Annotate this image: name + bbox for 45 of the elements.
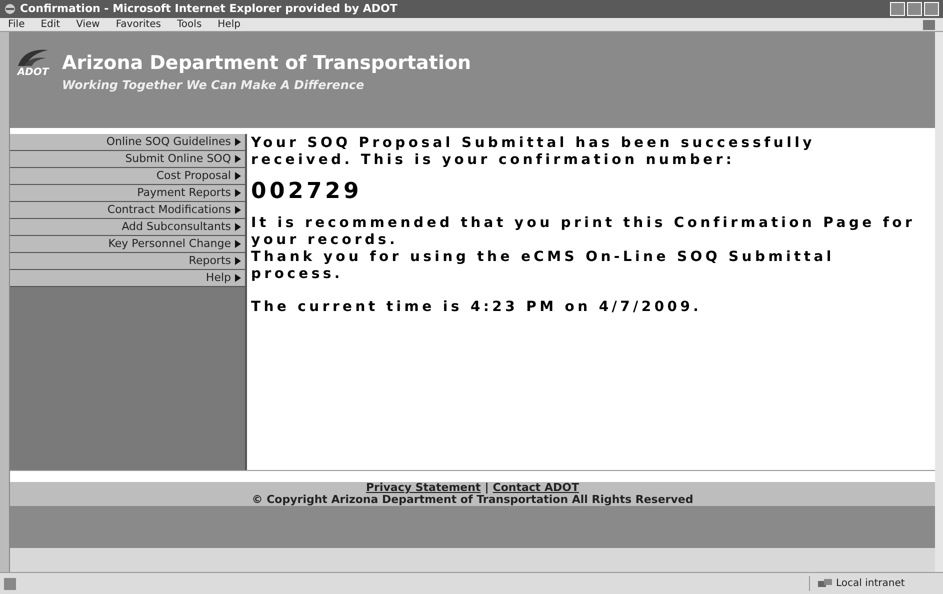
sidebar-link[interactable]: Payment Reports	[10, 185, 245, 202]
menu-item[interactable]: View	[76, 17, 100, 32]
link-separator: |	[484, 482, 489, 494]
browser-logo-icon	[923, 20, 935, 30]
arrow-icon	[235, 138, 241, 146]
site-title: Arizona Department of Transportation	[62, 52, 472, 76]
sidebar-link[interactable]: Cost Proposal	[10, 168, 245, 185]
logo-text: ADOT	[17, 68, 49, 78]
arrow-icon	[235, 172, 241, 180]
menu-item[interactable]: Favorites	[116, 17, 162, 32]
sidebar-link[interactable]: Contract Modifications	[10, 202, 245, 219]
confirmation-message: Your SOQ Proposal Submittal has been successfully received. This is your confirmation number:	[251, 135, 816, 169]
site-tagline: Working Together We Can Make A Difference	[62, 76, 366, 94]
arrow-icon	[235, 257, 241, 265]
confirmation-number: 002729	[251, 179, 364, 205]
copyright-text: © Copyright Arizona Department of Transportation All Rights Reserved	[252, 494, 694, 506]
arrow-icon	[235, 189, 241, 197]
network-icon	[818, 578, 832, 588]
maximize-button[interactable]	[907, 2, 922, 16]
sidebar-link[interactable]: Help	[10, 270, 245, 287]
sidebar-link[interactable]: Key Personnel Change	[10, 236, 245, 253]
recommendation-text: It is recommended that you print this Confirmation Page for your records.	[251, 215, 916, 249]
footer-link[interactable]: Contact ADOT	[492, 482, 579, 494]
sidebar-link[interactable]: Online SOQ Guidelines	[10, 134, 245, 151]
close-button[interactable]	[924, 2, 939, 16]
arrow-icon	[235, 240, 241, 248]
window-title: Confirmation - Microsoft Internet Explorer provided by ADOT	[20, 0, 398, 17]
menu-item[interactable]: File	[8, 17, 25, 32]
arrow-icon	[235, 155, 241, 163]
footer-link[interactable]: Privacy Statement	[366, 482, 481, 494]
menu-item[interactable]: Help	[218, 17, 240, 32]
menu-item[interactable]: Tools	[177, 17, 202, 32]
arrow-icon	[235, 274, 241, 282]
minimize-button[interactable]	[890, 2, 905, 16]
current-time-text: The current time is 4:23 PM on 4/7/2009.	[251, 299, 703, 316]
sidebar-link[interactable]: Reports	[10, 253, 245, 270]
zone-text: Local intranet	[836, 577, 905, 591]
menu-item[interactable]: Edit	[40, 17, 60, 32]
arrow-icon	[235, 223, 241, 231]
thank-you-text: Thank you for using the eCMS On-Line SOQ Submittal process.	[251, 249, 836, 283]
page-icon	[4, 578, 16, 590]
arrow-icon	[235, 206, 241, 214]
sidebar-link[interactable]: Submit Online SOQ	[10, 151, 245, 168]
browser-icon	[4, 3, 16, 15]
sidebar-link[interactable]: Add Subconsultants	[10, 219, 245, 236]
